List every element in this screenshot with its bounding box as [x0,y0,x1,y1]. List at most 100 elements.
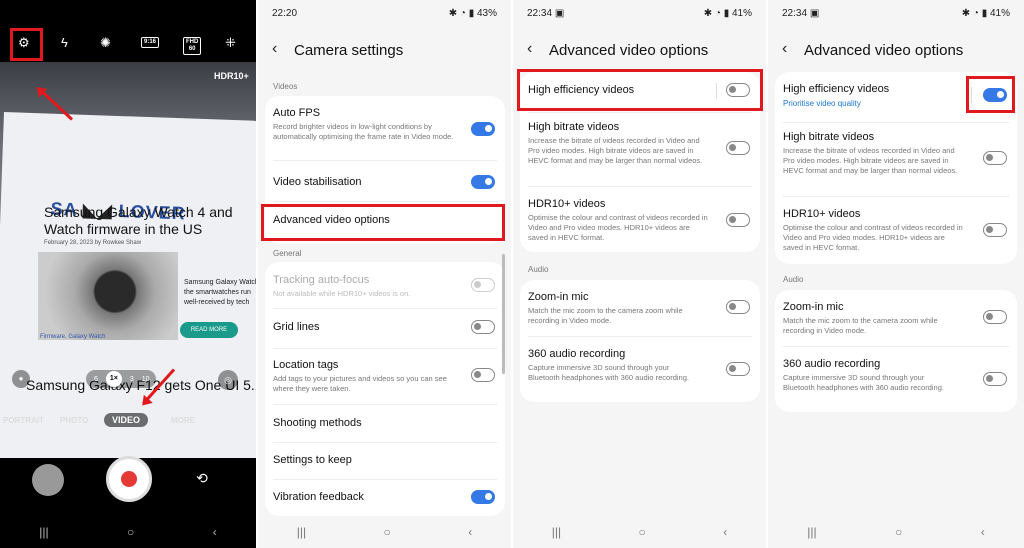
battery-indicator: ✱ ◔ ▮ 43% [448,8,497,19]
mode-video[interactable]: VIDEO [104,413,149,427]
setting-zoom-in-mic[interactable]: Zoom-in mic Match the mic zoom to the ca… [775,290,1017,346]
back-icon[interactable]: ‹ [527,40,532,58]
setting-settings-to-keep[interactable]: Settings to keep [265,444,505,480]
resolution-icon[interactable]: FHD 60 [183,37,202,55]
grid-lines-toggle[interactable] [471,320,495,334]
page-title: Advanced video options [549,42,709,59]
battery-indicator: ✱ ◔ ▮ 41% [961,8,1010,19]
nav-bar: ||| ○ ‹ [513,516,766,548]
setting-title: Zoom-in mic [783,301,844,313]
back-icon[interactable]: ‹ [468,525,472,539]
home-icon[interactable]: ○ [639,525,646,539]
record-button[interactable] [106,456,152,502]
360-audio-recording-toggle[interactable] [983,372,1007,386]
setting-grid-lines[interactable]: Grid lines [265,310,505,346]
zoom-level[interactable]: 10 [142,376,150,383]
setting-zoom-in-mic[interactable]: Zoom-in mic Match the mic zoom to the ca… [520,280,760,336]
setting-subtitle: Record brighter videos in low-light cond… [273,122,454,141]
page-title: Advanced video options [804,42,964,59]
zoom-in-mic-toggle[interactable] [726,300,750,314]
setting-subtitle: Add tags to your pictures and videos so … [273,374,447,393]
mode-more[interactable]: MORE [171,416,195,425]
setting-title: Settings to keep [273,454,352,466]
setting-vibration-feedback[interactable]: Vibration feedback [265,481,505,517]
high-bitrate-videos-toggle[interactable] [726,141,750,155]
mode-portrait[interactable]: PORTRAIT [3,416,44,425]
nav-bar: ||| ○ ‹ [0,516,256,548]
timer-icon[interactable]: ✺ [100,35,111,51]
setting-360-audio-recording[interactable]: 360 audio recording Capture immersive 3D… [520,338,760,400]
setting-title: Vibration feedback [273,491,364,503]
high-bitrate-videos-toggle[interactable] [983,151,1007,165]
recents-icon[interactable]: ||| [552,525,561,539]
watch-image [38,252,178,340]
zoom-level[interactable]: 3 [130,376,134,383]
home-icon[interactable]: ○ [895,525,902,539]
recents-icon[interactable]: ||| [807,525,816,539]
recents-icon[interactable]: ||| [39,525,48,539]
status-bar: 22:20 ✱ ◔ ▮ 43% [258,0,511,26]
divider [273,308,497,309]
setting-title: High efficiency videos [783,83,890,95]
page-title: Camera settings [294,42,404,59]
setting-auto-fps[interactable]: Auto FPS Record brighter videos in low-l… [265,96,505,158]
effects-icon[interactable]: ⁜ [225,35,236,51]
lens-toggle-icon[interactable]: ● [12,370,30,388]
recents-icon[interactable]: ||| [297,525,306,539]
scrollbar[interactable] [502,254,505,374]
home-icon[interactable]: ○ [384,525,391,539]
setting-high-bitrate-videos[interactable]: High bitrate videos Increase the bitrate… [775,124,1017,196]
setting-subtitle: Optimise the colour and contrast of vide… [783,223,963,252]
auto-fps-toggle[interactable] [471,122,495,136]
hdr10-videos-toggle[interactable] [983,223,1007,237]
settings-highlight-box [10,28,43,61]
hdr-badge: HDR10+ [214,71,249,81]
setting-title: High bitrate videos [783,131,875,143]
zoom-in-mic-toggle[interactable] [983,310,1007,324]
back-icon[interactable]: ‹ [213,525,217,539]
back-icon[interactable]: ‹ [723,525,727,539]
setting-subtitle: Capture immersive 3D sound through your … [783,373,944,392]
hdr10-videos-toggle[interactable] [726,213,750,227]
zoom-level-selected[interactable]: 1× [105,371,122,387]
video-stabilisation-toggle[interactable] [471,175,495,189]
switch-camera-icon[interactable]: ⟲ [190,466,214,490]
divider [783,196,1009,197]
setting-360-audio-recording[interactable]: 360 audio recording Capture immersive 3D… [775,348,1017,410]
setting-title: Video stabilisation [273,176,362,188]
setting-shooting-methods[interactable]: Shooting methods [265,406,505,442]
page-header: ‹ Advanced video options [513,38,766,64]
divider [528,112,752,113]
section-label-videos: Videos [273,82,298,91]
setting-title: Zoom-in mic [528,291,589,303]
setting-high-bitrate-videos[interactable]: High bitrate videos Increase the bitrate… [520,114,760,186]
back-icon[interactable]: ‹ [272,40,277,58]
setting-location-tags[interactable]: Location tags Add tags to your pictures … [265,350,505,402]
vibration-feedback-toggle[interactable] [471,490,495,504]
setting-video-stabilisation[interactable]: Video stabilisation [265,164,505,200]
article-categories: Firmware, Galaxy Watch [40,334,106,340]
zoom-selector[interactable]: .6 1× 3 10 [86,370,156,388]
setting-tracking-auto-focus: Tracking auto-focus Not available while … [265,262,505,306]
aspect-ratio-icon[interactable]: 9:16 [141,37,160,48]
nav-bar: ||| ○ ‹ [258,516,511,548]
status-bar: 22:34 ▣ ✱ ◔ ▮ 41% [768,0,1024,26]
home-icon[interactable]: ○ [127,525,134,539]
mode-photo[interactable]: PHOTO [60,416,88,425]
zoom-level[interactable]: .6 [92,376,98,383]
focus-icon[interactable]: ◎ [218,370,238,390]
setting-title: High bitrate videos [528,121,620,133]
gallery-thumbnail[interactable] [32,464,64,496]
back-icon[interactable]: ‹ [782,40,787,58]
location-tags-toggle[interactable] [471,368,495,382]
setting-hdr10-videos[interactable]: HDR10+ videos Optimise the colour and co… [520,188,760,250]
section-label-audio: Audio [528,265,549,274]
flash-icon[interactable]: ϟ [61,35,68,51]
setting-hdr10-videos[interactable]: HDR10+ videos Optimise the colour and co… [775,198,1017,262]
setting-subtitle: Match the mic zoom to the camera zoom wh… [783,316,938,335]
highlight-box [517,69,763,111]
audio-card: Zoom-in mic Match the mic zoom to the ca… [520,280,760,402]
360-audio-recording-toggle[interactable] [726,362,750,376]
back-icon[interactable]: ‹ [981,525,985,539]
record-icon [121,471,137,487]
